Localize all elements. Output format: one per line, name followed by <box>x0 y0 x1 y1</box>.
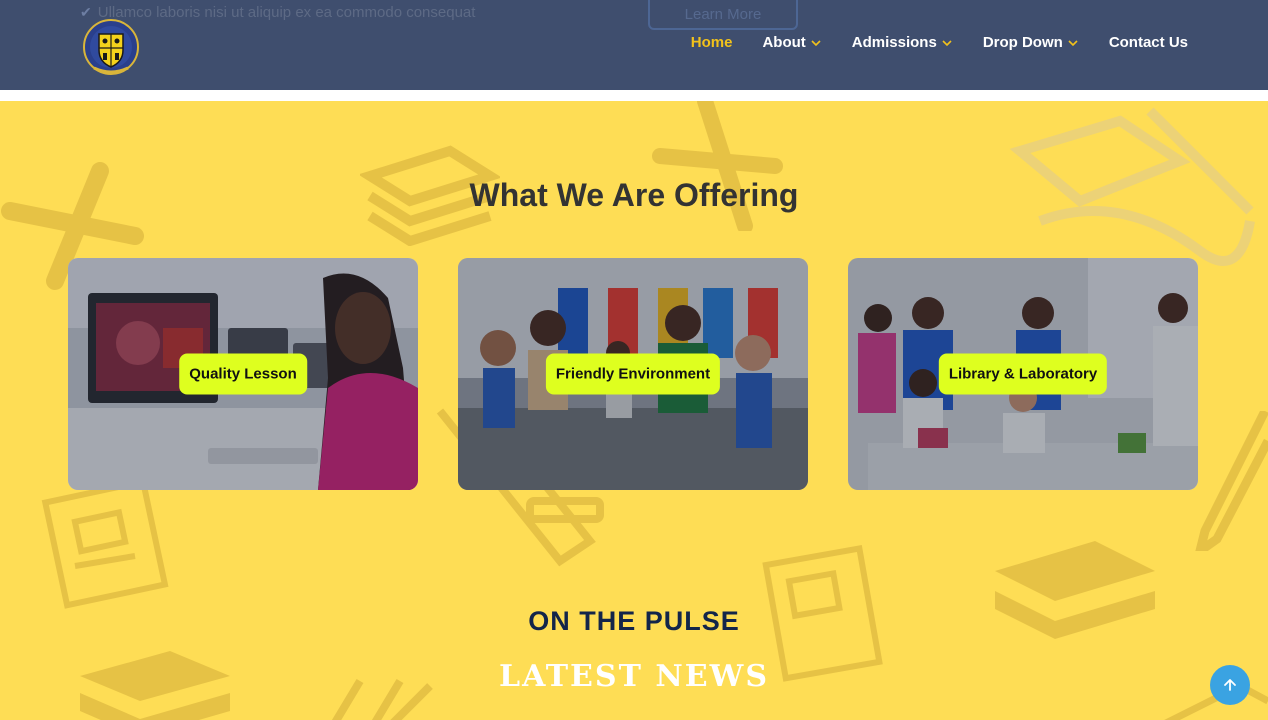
offering-card-library-laboratory[interactable]: Library & Laboratory <box>848 258 1198 490</box>
nav-about-label: About <box>762 34 806 51</box>
nav-admissions-label: Admissions <box>851 34 937 51</box>
notebook-doodle-icon <box>41 481 169 609</box>
chevron-down-icon <box>1068 39 1078 46</box>
nav-admissions[interactable]: Admissions <box>852 34 953 51</box>
pencil-doodle-icon <box>1195 411 1268 551</box>
main-nav: Home About Admissions Drop Down Contact … <box>691 34 1188 51</box>
nav-home-label: Home <box>690 34 733 51</box>
school-crest-logo[interactable] <box>82 18 140 76</box>
card-label: Library & Laboratory <box>938 353 1108 395</box>
nav-drop-down-label: Drop Down <box>982 34 1063 51</box>
scrolled-list-text: Ullamco laboris nisi ut aliquip ex ea co… <box>97 4 476 21</box>
offering-card-quality-lesson[interactable]: Quality Lesson <box>68 258 418 490</box>
offering-section: What We Are Offering Quality Lesson Frie… <box>0 101 1268 720</box>
learn-more-button[interactable]: Learn More <box>648 0 798 30</box>
nav-about[interactable]: About <box>762 34 821 51</box>
card-label: Friendly Environment <box>545 353 721 395</box>
offering-title: What We Are Offering <box>469 177 799 213</box>
nav-drop-down[interactable]: Drop Down <box>983 34 1079 51</box>
pulse-heading: ON THE PULSE <box>528 606 740 636</box>
chevron-down-icon <box>811 39 821 46</box>
offering-card-friendly-environment[interactable]: Friendly Environment <box>458 258 808 490</box>
nav-home[interactable]: Home <box>691 34 733 51</box>
latest-news-heading: LATEST NEWS <box>499 659 769 694</box>
arrow-up-icon <box>1224 679 1236 691</box>
books-doodle-icon <box>995 541 1155 639</box>
site-header: ✔ Ullamco laboris nisi ut aliquip ex ea … <box>0 0 1268 90</box>
chevron-down-icon <box>942 39 952 46</box>
nav-contact-us[interactable]: Contact Us <box>1109 34 1188 51</box>
back-to-top-button[interactable] <box>1210 665 1250 705</box>
card-label: Quality Lesson <box>179 353 307 395</box>
nav-contact-us-label: Contact Us <box>1108 34 1188 51</box>
